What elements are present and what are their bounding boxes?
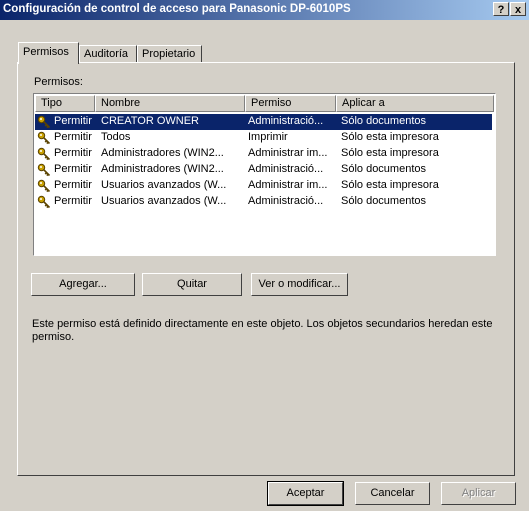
cell-nombre: Administradores (WIN2... [101,163,224,175]
tab-propietario-label: Propietario [142,48,196,60]
remove-button[interactable]: Quitar [142,273,242,296]
key-icon [37,179,51,193]
column-header-permiso[interactable]: Permiso [245,95,336,112]
column-header-tipo[interactable]: Tipo [35,95,95,112]
key-icon [37,115,51,129]
column-header-nombre[interactable]: Nombre [95,95,245,112]
cell-permiso: Imprimir [248,131,288,143]
cell-nombre: Administradores (WIN2... [101,147,224,159]
cell-aplicar: Sólo esta impresora [341,147,439,159]
close-button[interactable]: x [510,2,526,16]
cell-permiso: Administrar im... [248,147,328,159]
cell-nombre: Usuarios avanzados (W... [101,195,227,207]
key-icon [37,147,51,161]
cell-aplicar: Sólo esta impresora [341,179,439,191]
table-row[interactable]: Permitir Administradores (WIN2... Administ… [35,146,492,162]
column-header-aplicar[interactable]: Aplicar a [336,95,494,112]
cell-aplicar: Sólo documentos [341,115,426,127]
key-icon [37,163,51,177]
cell-permiso: Administració... [248,163,324,175]
tab-propietario[interactable]: Propietario [137,45,202,63]
cell-permiso: Administrar im... [248,179,328,191]
cell-nombre: Todos [101,131,131,143]
cell-permiso: Administració... [248,115,324,127]
tab-permisos-label: Permisos [23,46,69,58]
window-title: Configuración de control de acceso para … [3,3,351,15]
cell-nombre: Usuarios avanzados (W... [101,179,227,191]
cell-tipo: Permitir [54,179,92,191]
tab-auditoria-label: Auditoría [84,48,129,60]
tab-auditoria[interactable]: Auditoría [79,45,137,63]
ok-button[interactable]: Aceptar [267,481,344,506]
cell-aplicar: Sólo documentos [341,163,426,175]
help-button[interactable]: ? [493,2,509,16]
table-row[interactable]: Permitir Todos Imprimir Sólo esta impresora [35,130,492,146]
table-row[interactable]: Permitir Administradores (WIN2... Administ… [35,162,492,178]
cell-tipo: Permitir [54,147,92,159]
cell-tipo: Permitir [54,131,92,143]
cell-nombre: CREATOR OWNER [101,115,199,127]
cell-permiso: Administració... [248,195,324,207]
cancel-button[interactable]: Cancelar [355,482,430,505]
add-button[interactable]: Agregar... [31,273,135,296]
tab-permisos[interactable]: Permisos [18,42,79,64]
cell-tipo: Permitir [54,163,92,175]
dialog-window: Configuración de control de acceso para … [0,0,529,511]
key-icon [37,131,51,145]
cell-tipo: Permitir [54,195,92,207]
key-icon [37,195,51,209]
table-row[interactable]: Permitir CREATOR OWNER Administració... Sól… [35,114,492,130]
apply-button[interactable]: Aplicar [441,482,516,505]
cell-aplicar: Sólo esta impresora [341,131,439,143]
view-edit-button[interactable]: Ver o modificar... [251,273,348,296]
permissions-label: Permisos: [34,76,83,88]
permissions-list[interactable]: Tipo Nombre Permiso Aplicar a Permitir CR… [33,93,496,256]
permission-description: Este permiso está definido directamente … [32,318,493,343]
title-bar[interactable]: Configuración de control de acceso para … [0,0,529,20]
table-row[interactable]: Permitir Usuarios avanzados (W... Administ… [35,178,492,194]
cell-aplicar: Sólo documentos [341,195,426,207]
table-row[interactable]: Permitir Usuarios avanzados (W... Administ… [35,194,492,210]
cell-tipo: Permitir [54,115,92,127]
